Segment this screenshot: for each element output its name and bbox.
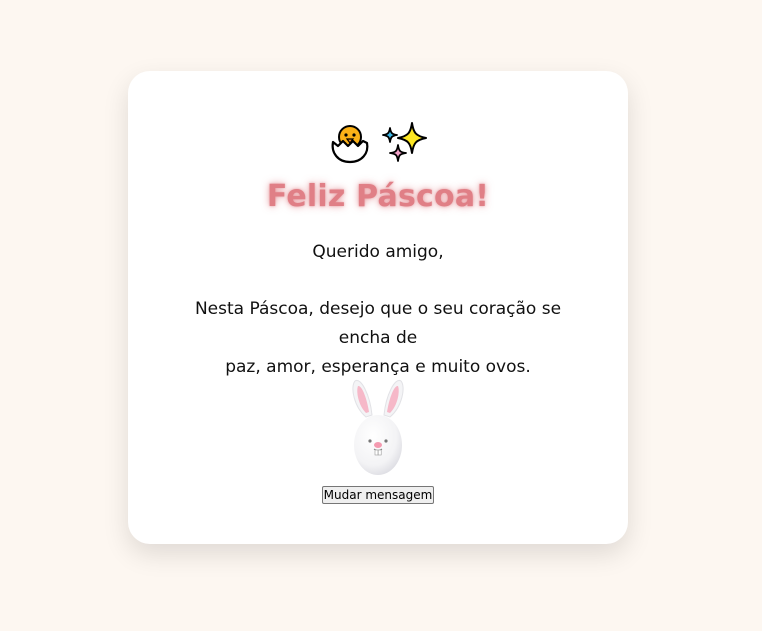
easter-card: Feliz Páscoa! Querido amigo, Nesta Pásco… [128, 71, 628, 544]
message-text: Nesta Páscoa, desejo que o seu coração s… [168, 295, 588, 382]
change-message-button[interactable]: Mudar mensagem [322, 486, 434, 504]
emoji-row [128, 119, 628, 167]
card-title: Feliz Páscoa! [266, 179, 490, 214]
greeting-text: Querido amigo, [312, 242, 444, 262]
hatching-chick-icon [328, 121, 372, 165]
sparkles-icon [380, 120, 428, 166]
message-line-1: Nesta Páscoa, desejo que o seu coração s… [194, 299, 562, 348]
bunny-egg-icon [348, 377, 408, 479]
message-line-2: paz, amor, esperança e muito ovos. [225, 357, 531, 377]
